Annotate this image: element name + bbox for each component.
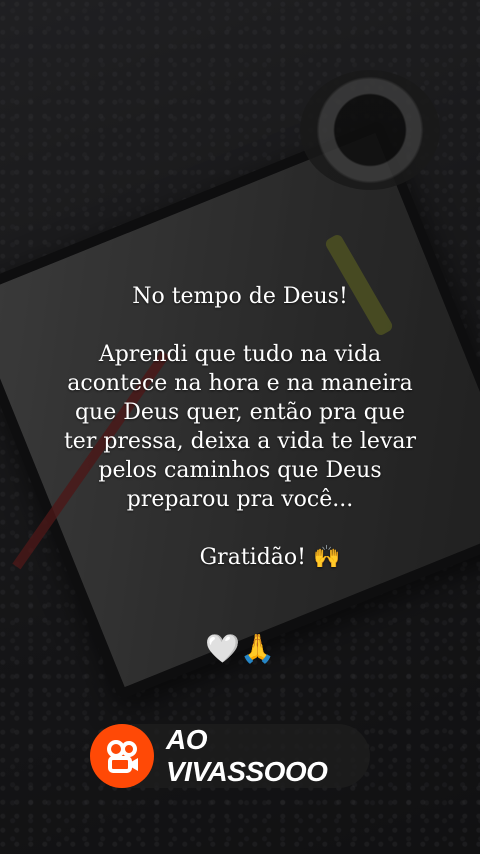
caption-line: acontece na hora e na maneira [67,371,413,396]
heart-pray-emojis: 🤍🙏 [205,632,275,665]
kwai-watermark[interactable]: AO VIVASSOOO [90,724,370,788]
caption-line: pelos caminhos que Deus [98,458,382,483]
caption-line: que Deus quer, então pra que [74,400,406,425]
caption-line: preparou pra você... [126,487,354,512]
watermark-username: AO VIVASSOOO [166,724,328,787]
caption-title: No tempo de Deus! [132,284,348,309]
caption-line: ter pressa, deixa a vida te levar [63,429,417,454]
caption-text: No tempo de Deus! Aprendi que tudo na vi… [40,282,440,572]
caption-closing: Gratidão! 🙌 [199,545,341,570]
caption-line: Aprendi que tudo na vida [98,342,382,367]
kwai-logo-icon [90,724,154,788]
